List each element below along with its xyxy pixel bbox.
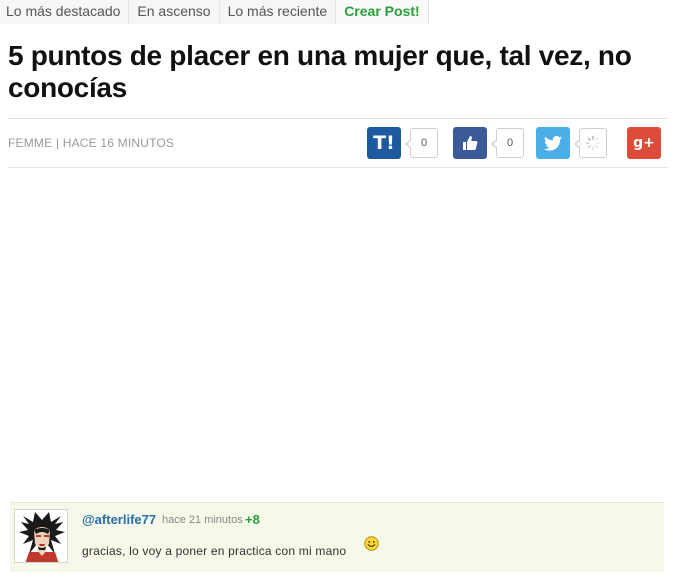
share-gplus: g+	[627, 127, 661, 159]
facebook-like-count: 0	[491, 128, 524, 158]
comment-item: @afterlife77 hace 21 minutos +8 gracias,…	[10, 502, 664, 572]
smiley-icon	[364, 536, 379, 551]
comment-score: +8	[245, 512, 260, 527]
taringa-share-button[interactable]: T!	[367, 127, 401, 159]
divider-top	[8, 118, 668, 119]
post-meta: FEMME | HACE 16 MINUTOS	[8, 136, 175, 150]
google-plus-icon: g+	[633, 135, 655, 151]
twitter-bird-icon	[544, 135, 562, 151]
facebook-like-button[interactable]	[453, 127, 487, 159]
top-tabs: Lo más destacado En ascenso Lo más recie…	[0, 0, 429, 24]
thumbs-up-icon	[463, 136, 478, 150]
avatar[interactable]	[14, 509, 68, 563]
google-plus-button[interactable]: g+	[627, 127, 661, 159]
tab-lo-mas-destacado[interactable]: Lo más destacado	[0, 0, 130, 24]
share-taringa: T! 0	[367, 127, 438, 159]
twitter-share-count	[574, 128, 607, 158]
tab-lo-mas-reciente[interactable]: Lo más reciente	[219, 0, 337, 24]
taringa-share-count: 0	[405, 128, 438, 158]
comment-timestamp: hace 21 minutos	[162, 514, 243, 526]
divider-bottom	[8, 167, 668, 168]
tab-crear-post[interactable]: Crear Post!	[336, 0, 429, 24]
tab-en-ascenso[interactable]: En ascenso	[129, 0, 220, 24]
share-facebook: 0	[453, 127, 524, 159]
comment-text: gracias, lo voy a poner en practica con …	[82, 544, 347, 558]
comment-username[interactable]: @afterlife77	[82, 512, 156, 527]
loading-spinner-icon	[585, 135, 601, 151]
share-twitter	[536, 127, 607, 159]
twitter-share-button[interactable]	[536, 127, 570, 159]
post-title: 5 puntos de placer en una mujer que, tal…	[8, 40, 632, 103]
taringa-icon: T!	[373, 132, 395, 154]
avatar-image	[15, 510, 67, 562]
